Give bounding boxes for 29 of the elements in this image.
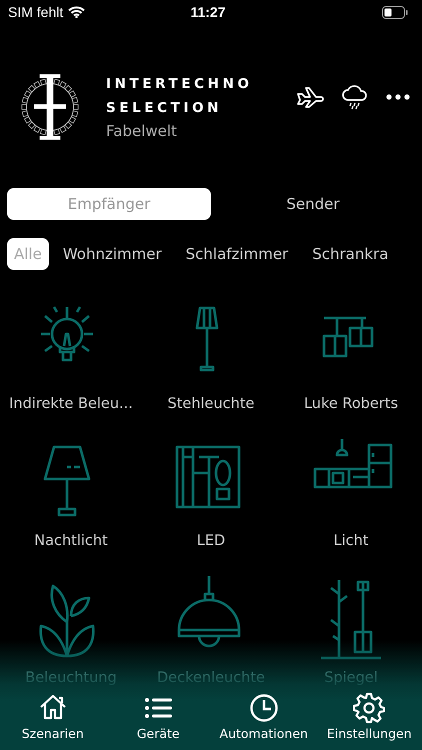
home-name: Fabelwelt — [106, 120, 178, 142]
device-name: Indirekte Beleu... — [9, 396, 133, 412]
device-name: Deckenleuchte — [157, 670, 265, 686]
nav-tab[interactable]: Automationen — [211, 688, 316, 750]
wifi-icon — [68, 6, 86, 18]
device-name: Luke Roberts — [304, 396, 398, 412]
device-name: Beleuchtung — [25, 670, 117, 686]
clock-icon — [248, 692, 280, 724]
device-name: LED — [196, 533, 226, 549]
more-icon[interactable] — [386, 94, 410, 100]
room-tab[interactable]: Wohnzimmer — [52, 238, 172, 270]
airplane-icon[interactable] — [296, 86, 324, 108]
device-name: Spiegel — [324, 670, 378, 686]
segment-tab[interactable]: Sender — [211, 188, 415, 220]
nav-tab[interactable]: Einstellungen — [316, 688, 422, 750]
battery-icon — [382, 6, 408, 18]
device-name: Nachtlicht — [34, 533, 108, 549]
nav-tab[interactable]: Geräte — [106, 688, 211, 750]
room-tab[interactable]: Schlafzimmer — [176, 238, 298, 270]
device-name: Licht — [334, 533, 368, 549]
settings-icon — [353, 692, 386, 724]
clock-time: 11:27 — [189, 4, 227, 20]
rain-cloud-icon[interactable] — [342, 84, 368, 110]
room-tab[interactable]: Schrankra — [302, 238, 398, 270]
brand-title: INTERTECHNO — [106, 74, 254, 94]
nav-tab[interactable]: Szenarien — [0, 688, 106, 750]
carrier-label: SIM fehlt — [8, 4, 64, 20]
device-name: Stehleuchte — [168, 396, 254, 412]
brand-subtitle: SELECTION — [106, 98, 224, 118]
